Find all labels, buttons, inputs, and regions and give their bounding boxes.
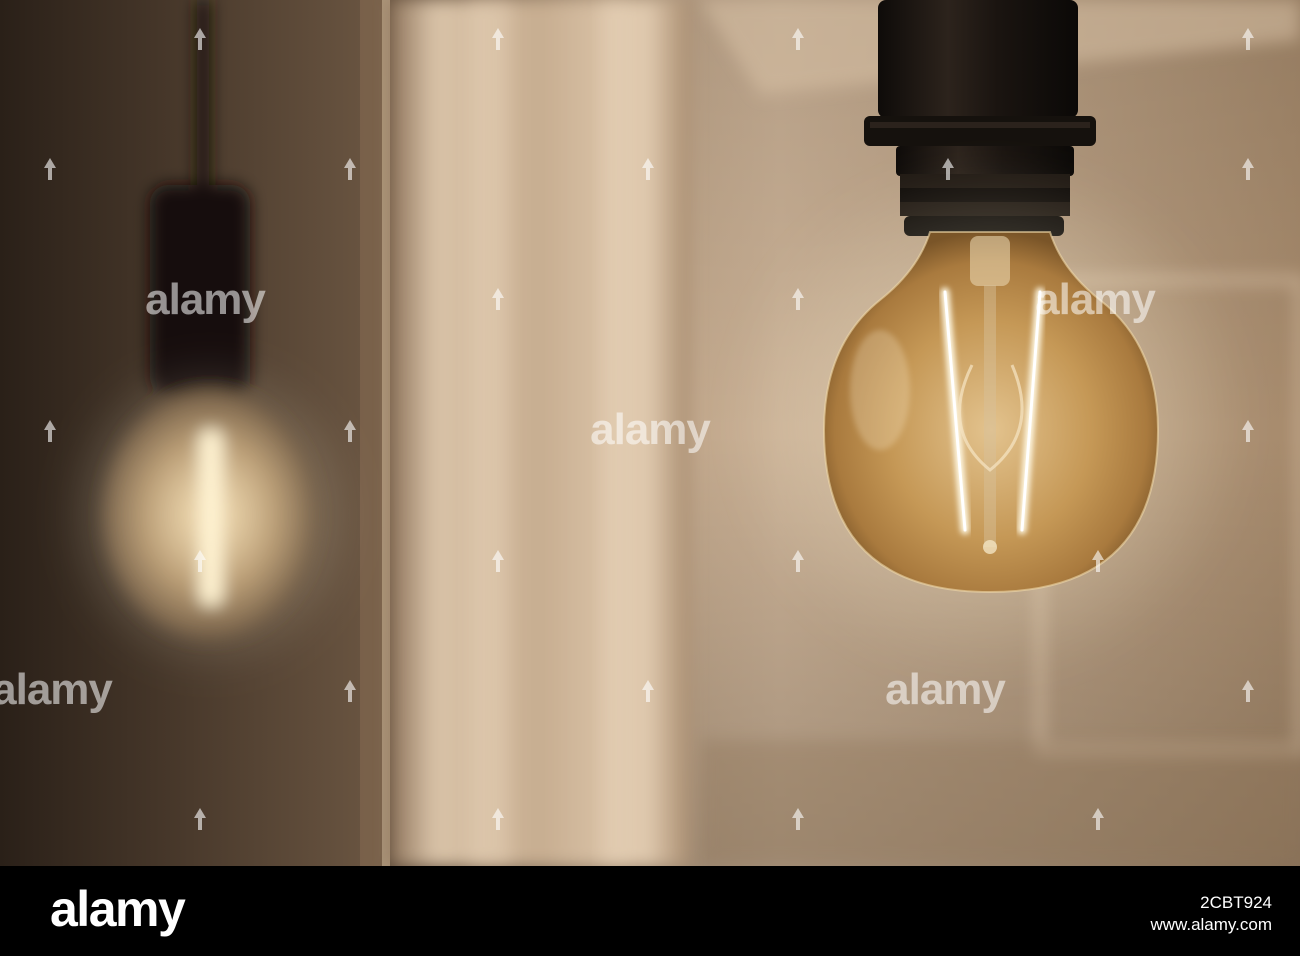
door-frame (390, 0, 690, 866)
image-id: 2CBT924 (1200, 893, 1272, 912)
footer-bar: alamy 2CBT924 www.alamy.com (0, 866, 1300, 956)
main-bulb (730, 160, 1250, 680)
stock-photo-page: alamy alamy alamy alamy alamy alamy 2CBT… (0, 0, 1300, 956)
lightbulb-photo (0, 0, 1300, 866)
brand-logo: alamy (50, 881, 186, 937)
photo: alamy alamy alamy alamy alamy (0, 0, 1300, 866)
site-url: www.alamy.com (1150, 915, 1272, 934)
image-id-block: 2CBT924 www.alamy.com (1150, 892, 1272, 936)
